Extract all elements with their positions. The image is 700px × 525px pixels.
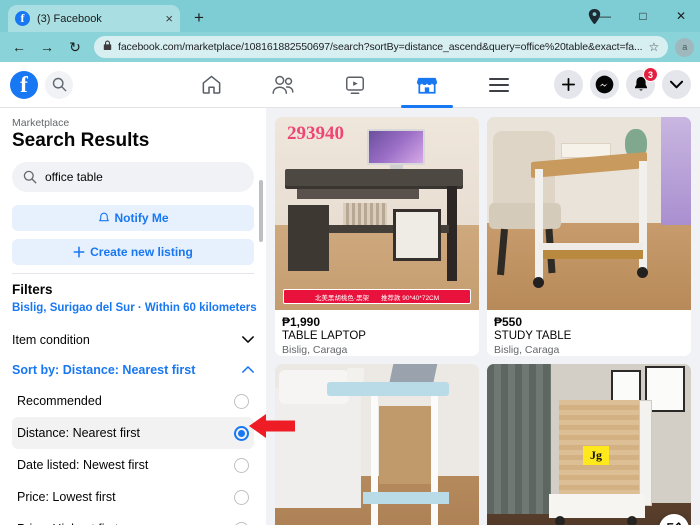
listing-price: ₱550 bbox=[494, 315, 523, 329]
breadcrumb[interactable]: Marketplace bbox=[12, 117, 254, 129]
sort-option-price-highest[interactable]: Price: Highest first bbox=[12, 513, 254, 525]
chevron-down-icon bbox=[242, 335, 254, 346]
listing-title: STUDY TABLE bbox=[494, 330, 572, 342]
close-window-button[interactable]: ✕ bbox=[662, 0, 700, 32]
divider bbox=[12, 273, 254, 274]
notifications-badge: 3 bbox=[643, 67, 658, 82]
banner-left-text: 北美黑胡桃色·黑架 bbox=[314, 294, 369, 302]
browser-window: f (3) Facebook × + — □ ✕ ← → ↻ facebook.… bbox=[0, 0, 700, 525]
browser-title-bar: f (3) Facebook × + — □ ✕ bbox=[0, 0, 700, 32]
tab-home[interactable] bbox=[175, 62, 247, 108]
tab-watch[interactable] bbox=[319, 62, 391, 108]
listing-meta: ₱1,990 TABLE LAPTOP Bislig, Caraga bbox=[275, 310, 479, 356]
radio-button[interactable] bbox=[234, 489, 249, 505]
tab-menu[interactable] bbox=[463, 62, 535, 108]
chevron-up-icon bbox=[242, 365, 254, 376]
listing-meta: ₱550 STUDY TABLE Bislig, Caraga bbox=[487, 310, 691, 356]
back-icon[interactable]: ← bbox=[7, 35, 31, 59]
item-condition-accordion[interactable]: Item condition bbox=[12, 325, 254, 355]
listing-card[interactable]: ₱550 STUDY TABLE Bislig, Caraga bbox=[487, 117, 691, 356]
tab-title: (3) Facebook bbox=[37, 12, 102, 25]
banner-right-text: 推荐款 90*40*72CM bbox=[381, 294, 440, 302]
filters-heading: Filters bbox=[12, 282, 53, 297]
radio-button-selected[interactable] bbox=[234, 425, 249, 441]
radio-button[interactable] bbox=[234, 521, 249, 525]
listing-location: Bislig, Caraga bbox=[494, 344, 560, 356]
url-text: facebook.com/marketplace/108161882550697… bbox=[118, 41, 643, 53]
bell-outline-icon bbox=[98, 212, 109, 221]
browser-profile-avatar[interactable]: a bbox=[675, 37, 695, 57]
radio-button[interactable] bbox=[234, 393, 249, 409]
create-listing-label: Create new listing bbox=[90, 245, 193, 259]
window-controls: — □ ✕ bbox=[586, 0, 700, 32]
facebook-icon: f bbox=[15, 11, 30, 26]
listing-image: 293940 北美黑胡桃色·黑架 推荐款 90*40*72CM bbox=[275, 117, 479, 310]
listing-card[interactable]: 293940 北美黑胡桃色·黑架 推荐款 90*40*72CM ₱1,990 T… bbox=[275, 117, 479, 356]
tab-friends[interactable] bbox=[247, 62, 319, 108]
location-filter-link[interactable]: Bislig, Surigao del Sur · Within 60 kilo… bbox=[12, 302, 257, 314]
page-content: Marketplace Search Results office table … bbox=[0, 108, 700, 525]
search-value: office table bbox=[45, 170, 103, 184]
listing-title: TABLE LAPTOP bbox=[282, 330, 366, 342]
listing-image bbox=[275, 364, 479, 525]
notify-me-button[interactable]: Notify Me bbox=[12, 205, 254, 231]
navbar-tabs bbox=[175, 62, 535, 108]
close-icon[interactable]: × bbox=[165, 12, 173, 25]
sort-option-date-newest[interactable]: Date listed: Newest first bbox=[12, 449, 254, 481]
forward-icon[interactable]: → bbox=[35, 35, 59, 59]
sort-option-recommended[interactable]: Recommended bbox=[12, 385, 254, 417]
browser-toolbar: ← → ↻ facebook.com/marketplace/108161882… bbox=[0, 32, 700, 62]
sort-by-accordion[interactable]: Sort by: Distance: Nearest first bbox=[12, 355, 254, 385]
maximize-button[interactable]: □ bbox=[624, 0, 662, 32]
facebook-navbar: f 3 bbox=[0, 62, 700, 108]
page-title: Search Results bbox=[12, 130, 150, 151]
sort-option-price-lowest[interactable]: Price: Lowest first bbox=[12, 481, 254, 513]
sort-option-label: Date listed: Newest first bbox=[17, 458, 149, 472]
search-icon[interactable] bbox=[45, 70, 73, 99]
plus-icon bbox=[73, 246, 85, 258]
listing-image bbox=[487, 117, 691, 310]
lock-icon bbox=[103, 38, 112, 56]
facebook-logo[interactable]: f bbox=[10, 70, 38, 99]
listing-card[interactable]: Jg bbox=[487, 364, 691, 525]
search-input[interactable]: office table bbox=[12, 162, 254, 192]
radio-button[interactable] bbox=[234, 457, 249, 473]
listing-location: Bislig, Caraga bbox=[282, 344, 348, 356]
sort-option-label: Distance: Nearest first bbox=[17, 426, 140, 440]
image-badge: Jg bbox=[583, 446, 609, 465]
notify-me-label: Notify Me bbox=[114, 211, 169, 225]
create-listing-button[interactable]: Create new listing bbox=[12, 239, 254, 265]
reload-icon[interactable]: ↻ bbox=[63, 35, 87, 59]
sort-option-label: Recommended bbox=[17, 394, 102, 408]
image-watermark-number: 293940 bbox=[287, 123, 344, 144]
tab-marketplace[interactable] bbox=[391, 62, 463, 108]
sort-option-label: Price: Lowest first bbox=[17, 490, 116, 504]
browser-tab[interactable]: f (3) Facebook × bbox=[8, 5, 180, 32]
sort-by-label: Sort by: Distance: Nearest first bbox=[12, 363, 196, 377]
image-banner: 北美黑胡桃色·黑架 推荐款 90*40*72CM bbox=[283, 289, 471, 304]
bookmark-star-icon[interactable]: ☆ bbox=[649, 40, 660, 54]
listing-card[interactable] bbox=[275, 364, 479, 525]
item-condition-label: Item condition bbox=[12, 333, 90, 347]
search-results-grid: 293940 北美黑胡桃色·黑架 推荐款 90*40*72CM ₱1,990 T… bbox=[266, 108, 700, 525]
navbar-actions: 3 bbox=[554, 67, 691, 99]
sort-option-distance-nearest[interactable]: Distance: Nearest first bbox=[12, 417, 254, 449]
listing-price: ₱1,990 bbox=[282, 315, 321, 329]
new-tab-button[interactable]: + bbox=[186, 5, 212, 31]
address-bar[interactable]: facebook.com/marketplace/108161882550697… bbox=[94, 36, 669, 58]
marketplace-sidebar: Marketplace Search Results office table … bbox=[0, 108, 266, 525]
create-button[interactable] bbox=[554, 70, 583, 99]
sidebar-scrollbar[interactable] bbox=[259, 180, 263, 525]
scrollbar-thumb[interactable] bbox=[259, 180, 263, 242]
listing-image: Jg bbox=[487, 364, 691, 525]
messenger-button[interactable] bbox=[590, 70, 619, 99]
search-icon bbox=[23, 170, 37, 184]
notifications-button[interactable]: 3 bbox=[626, 67, 658, 99]
minimize-button[interactable]: — bbox=[586, 0, 624, 32]
account-button[interactable] bbox=[662, 70, 691, 99]
